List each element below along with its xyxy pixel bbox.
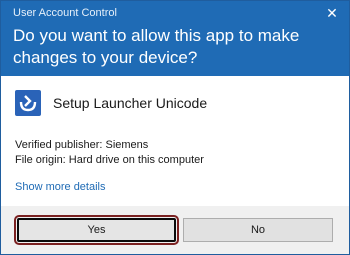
setup-launcher-icon bbox=[15, 90, 41, 116]
app-info-row: Setup Launcher Unicode bbox=[15, 89, 207, 117]
uac-dialog: User Account Control ✕ Do you want to al… bbox=[0, 0, 350, 255]
yes-button[interactable]: Yes bbox=[14, 215, 179, 245]
close-icon: ✕ bbox=[326, 5, 338, 21]
publisher-text: Verified publisher: Siemens bbox=[15, 139, 149, 151]
question-text: Do you want to allow this app to make ch… bbox=[13, 26, 300, 67]
file-origin-text: File origin: Hard drive on this computer bbox=[15, 154, 204, 166]
no-button[interactable]: No bbox=[183, 218, 333, 242]
publisher-info: Verified publisher: Siemens File origin:… bbox=[15, 138, 204, 168]
show-more-details-link[interactable]: Show more details bbox=[15, 181, 106, 193]
dialog-header: User Account Control ✕ Do you want to al… bbox=[1, 1, 349, 76]
close-button[interactable]: ✕ bbox=[323, 4, 341, 22]
app-name: Setup Launcher Unicode bbox=[53, 95, 208, 111]
dialog-title: User Account Control bbox=[13, 7, 117, 19]
dialog-footer: Yes No bbox=[1, 206, 349, 254]
